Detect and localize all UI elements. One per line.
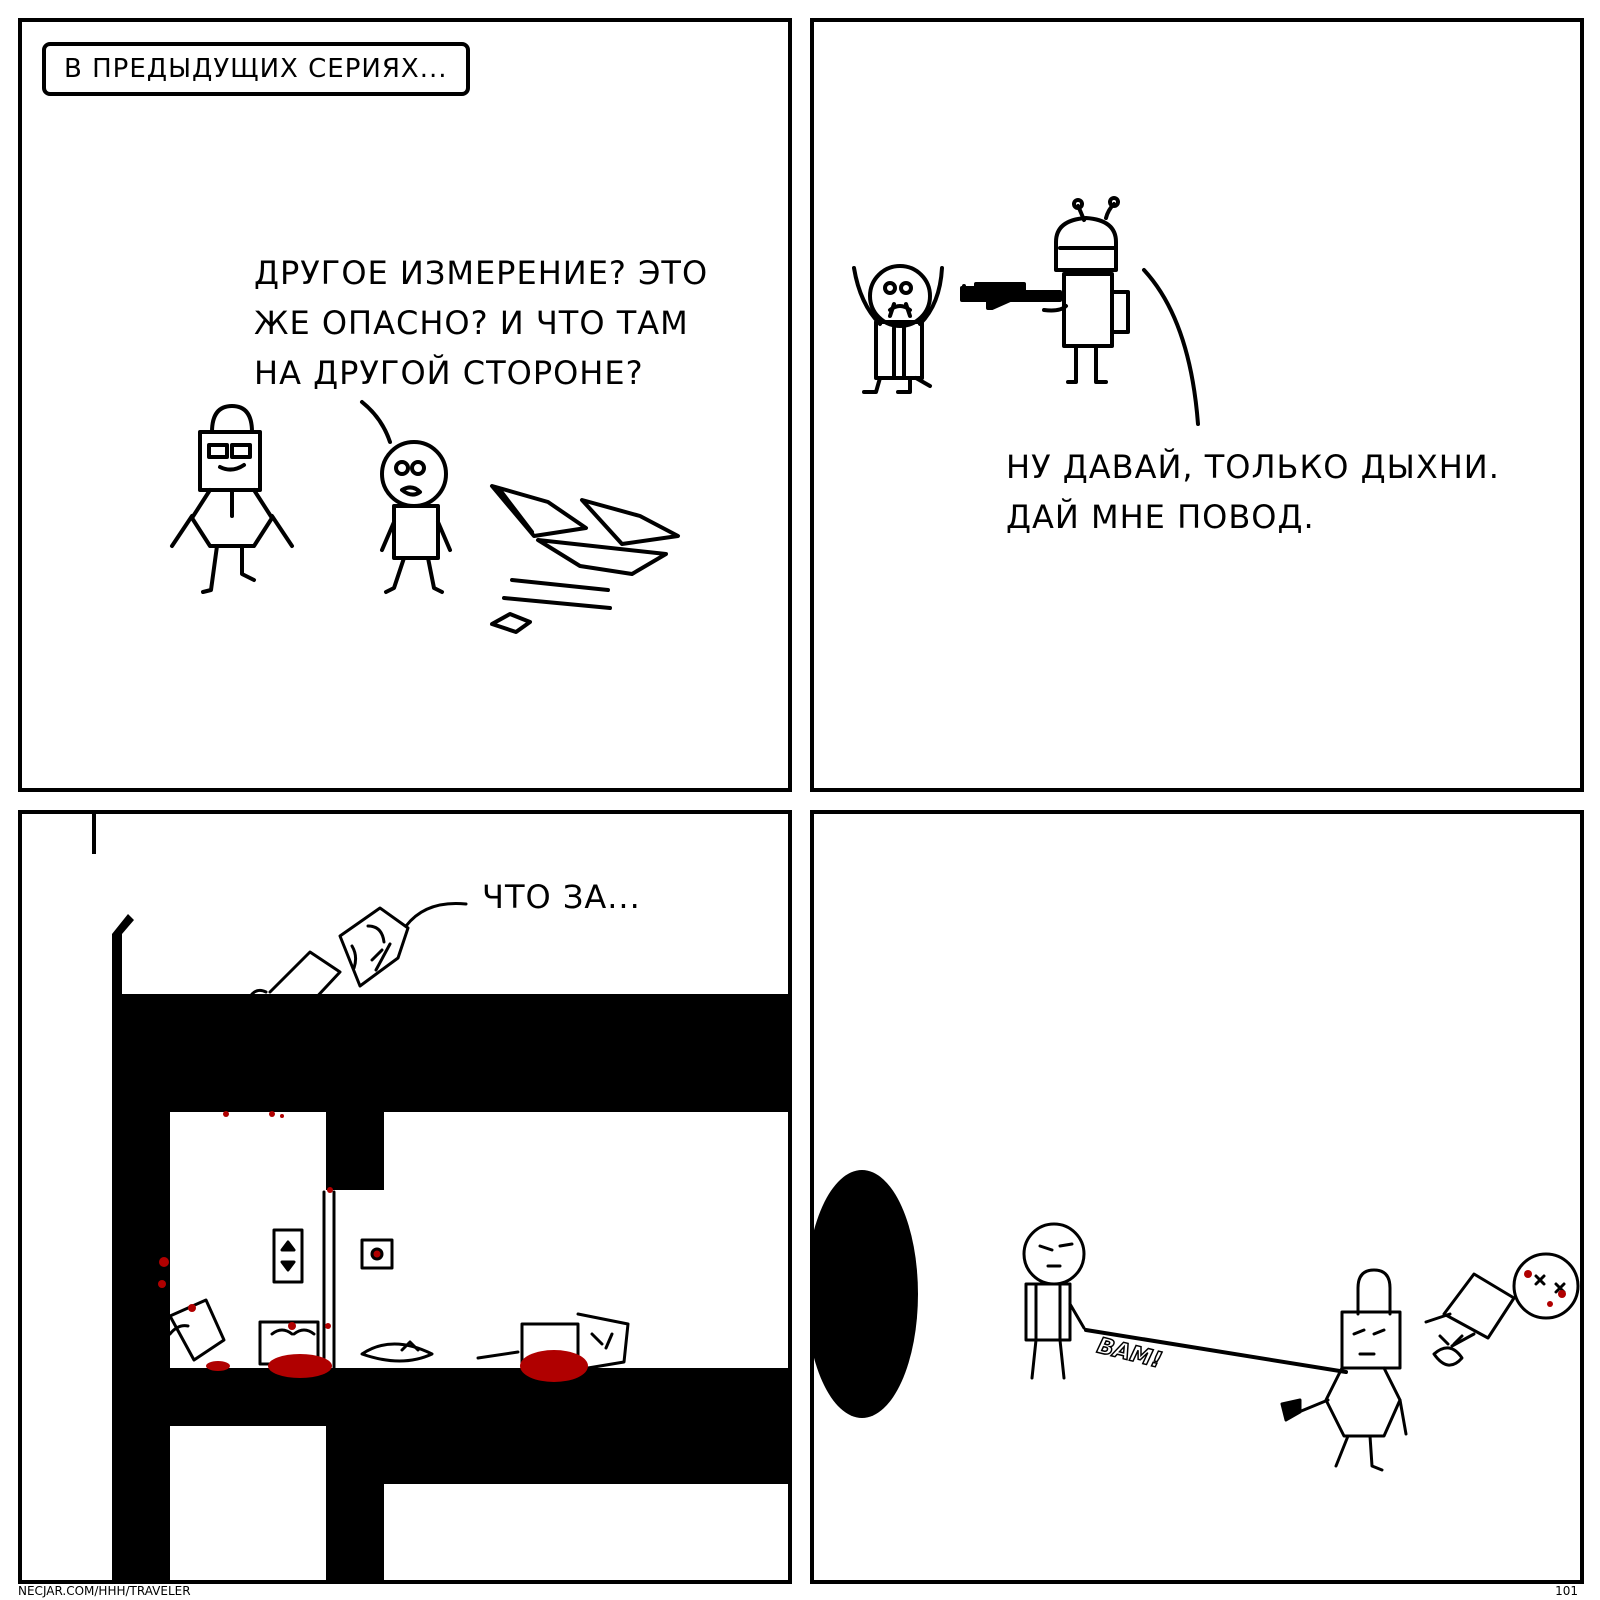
speech-line: ЖЕ ОПАСНО? И ЧТО ТАМ <box>254 304 689 342</box>
panel-2-art <box>852 196 1200 426</box>
shooter-character <box>1022 1222 1348 1380</box>
elevator-call-panel <box>272 1228 304 1284</box>
site-credit: NECJAR.COM/HHH/TRAVELER <box>18 1584 191 1598</box>
dimensional-portal <box>814 1170 918 1418</box>
speech-bubble-panel-2: НУ ДАВАЙ, ТОЛЬКО ДЫХНИ. ДАЙ МНЕ ПОВОД. <box>1006 442 1566 542</box>
panel-3-art <box>92 814 788 1580</box>
rifle <box>960 282 1062 310</box>
speech-line: ДАЙ МНЕ ПОВОД. <box>1006 498 1315 536</box>
speech-line: НА ДРУГОЙ СТОРОНЕ? <box>254 354 644 392</box>
speech-line: НУ ДАВАЙ, ТОЛЬКО ДЫХНИ. <box>1006 448 1500 486</box>
panel-4-art: BAM! <box>814 1170 1580 1472</box>
recap-caption: В ПРЕДЫДУЩИХ СЕРИЯХ... <box>42 42 470 96</box>
panel-2: НУ ДАВАЙ, ТОЛЬКО ДЫХНИ. ДАЙ МНЕ ПОВОД. <box>810 18 1584 792</box>
speech-bubble-panel-1: ДРУГОЕ ИЗМЕРЕНИЕ? ЭТО ЖЕ ОПАСНО? И ЧТО Т… <box>254 248 774 398</box>
speech-line: ДРУГОЕ ИЗМЕРЕНИЕ? ЭТО <box>254 254 709 292</box>
sprawled-character <box>250 901 468 1004</box>
panel-1: В ПРЕДЫДУЩИХ СЕРИЯХ... ДРУГОЕ ИЗМЕРЕНИЕ?… <box>18 18 792 792</box>
dead-body <box>1424 1252 1580 1367</box>
building-structure <box>92 814 788 1580</box>
soldier-character <box>1042 196 1200 426</box>
speech-bubble-panel-3: ЧТО ЗА... <box>482 878 641 916</box>
panel-1-art <box>170 400 680 634</box>
panel-4: BAM! <box>810 810 1584 1584</box>
hostage-character <box>852 264 944 394</box>
agent-character <box>170 404 294 594</box>
panel-3: ЧТО ЗА... <box>18 810 792 1584</box>
flying-papers <box>490 484 680 634</box>
traveler-character <box>360 400 452 594</box>
page-number: 101 <box>1555 1584 1578 1598</box>
